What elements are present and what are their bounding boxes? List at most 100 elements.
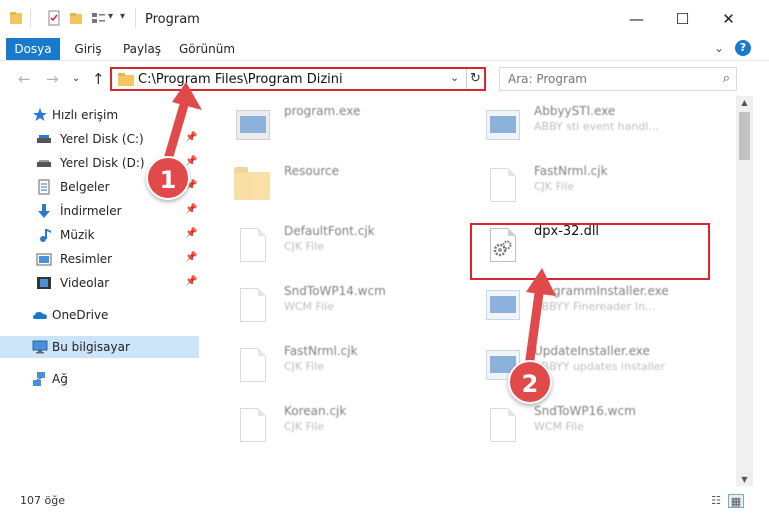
maximize-button[interactable]: ☐	[660, 0, 705, 38]
refresh-icon[interactable]: ↻	[466, 69, 484, 89]
view-options-icon[interactable]	[90, 10, 106, 26]
item-count: 107 öğe	[20, 494, 65, 507]
computer-icon	[32, 340, 48, 354]
pin-icon[interactable]: 📌	[185, 252, 197, 263]
file-name: SndToWP16.wcm	[534, 404, 636, 418]
ribbon-tabs: Dosya Giriş Paylaş Görünüm ⌄ ?	[0, 38, 769, 94]
minimize-button[interactable]: —	[614, 0, 659, 38]
nav-item-onedrive[interactable]: OneDrive	[0, 304, 199, 326]
documents-icon	[38, 179, 50, 195]
customize-qat-icon[interactable]: ▾	[120, 11, 125, 22]
pictures-icon	[36, 253, 52, 266]
nav-item-downloads[interactable]: İndirmeler 📌	[0, 200, 199, 222]
nav-label: Müzik	[60, 228, 95, 242]
help-icon[interactable]: ?	[735, 40, 751, 56]
title-bar: ▾ ▾ Program — ☐ ✕	[0, 0, 769, 38]
file-type: WCM File	[284, 300, 334, 313]
star-icon	[33, 108, 47, 121]
document-icon	[232, 404, 272, 452]
new-folder-icon[interactable]	[68, 10, 84, 26]
nav-item-this-pc[interactable]: Bu bilgisayar	[0, 336, 199, 358]
maximize-icon: ☐	[675, 10, 690, 28]
file-item[interactable]: SndToWP14.wcm WCM File	[212, 278, 472, 334]
nav-label: Bu bilgisayar	[52, 340, 130, 354]
file-list: program.exe AbbyySTI.exe ABBY sti event …	[200, 96, 752, 486]
music-icon	[40, 229, 51, 242]
search-input[interactable]: Ara: Program ⌕	[499, 67, 737, 91]
vertical-scrollbar[interactable]: ▲ ▼	[736, 96, 753, 486]
expand-ribbon-icon[interactable]: ⌄	[714, 41, 724, 55]
address-dropdown-icon[interactable]: ⌄	[450, 71, 459, 84]
nav-label: Yerel Disk (C:)	[60, 132, 144, 146]
file-type: CJK File	[534, 180, 575, 193]
folder-item[interactable]: Resource	[212, 158, 472, 214]
step-badge-2: 2	[508, 360, 552, 404]
up-icon[interactable]: ↑	[92, 70, 105, 88]
nav-label: Yerel Disk (D:)	[60, 156, 145, 170]
nav-label: İndirmeler	[60, 204, 122, 218]
file-item[interactable]: SndToWP16.wcm WCM File	[462, 398, 722, 454]
scrollbar-thumb[interactable]	[739, 112, 750, 160]
step-badge-1: 1	[146, 156, 190, 200]
properties-icon[interactable]	[46, 10, 62, 26]
file-type: CJK File	[284, 360, 325, 373]
back-icon[interactable]: ←	[18, 70, 31, 88]
tab-share[interactable]: Paylaş	[116, 38, 168, 60]
nav-item-pictures[interactable]: Resimler 📌	[0, 248, 199, 270]
nav-item-network[interactable]: Ağ	[0, 368, 199, 390]
search-placeholder: Ara: Program	[508, 72, 587, 86]
file-item[interactable]: UpdateInstaller.exe ABBYY updates instal…	[462, 338, 722, 394]
file-name: FastNrml.cjk	[534, 164, 608, 178]
large-icons-view-icon[interactable]: ▦	[728, 494, 744, 508]
document-icon	[482, 404, 522, 452]
file-item[interactable]: FastNrml.cjk CJK File	[462, 158, 722, 214]
file-name: Korean.cjk	[284, 404, 347, 418]
file-item[interactable]: program.exe	[212, 98, 472, 154]
forward-icon[interactable]: →	[46, 70, 59, 88]
nav-label: Resimler	[60, 252, 113, 266]
network-icon	[33, 372, 45, 386]
status-bar: 107 öğe ☷ ▦	[0, 486, 769, 516]
nav-label: Videolar	[60, 276, 110, 290]
title-divider	[135, 8, 136, 28]
file-item[interactable]: DefaultFont.cjk CJK File	[212, 218, 472, 274]
tab-home[interactable]: Giriş	[64, 38, 112, 60]
nav-label: Ağ	[52, 372, 68, 386]
file-item[interactable]: FastNrml.cjk CJK File	[212, 338, 472, 394]
scroll-up-icon[interactable]: ▲	[736, 98, 753, 107]
search-icon[interactable]: ⌕	[723, 71, 730, 86]
close-button[interactable]: ✕	[706, 0, 751, 38]
file-name: Resource	[284, 164, 340, 178]
nav-item-videos[interactable]: Videolar 📌	[0, 272, 199, 294]
details-view-icon[interactable]: ☷	[708, 494, 724, 508]
pin-icon[interactable]: 📌	[185, 276, 197, 287]
tab-view[interactable]: Görünüm	[174, 38, 240, 60]
nav-label: Belgeler	[60, 180, 110, 194]
nav-label: Hızlı erişim	[52, 108, 119, 122]
pin-icon[interactable]: 📌	[185, 228, 197, 239]
file-type: ABBY sti event handl...	[534, 120, 659, 133]
pin-icon[interactable]: 📌	[185, 204, 197, 215]
nav-item-music[interactable]: Müzik 📌	[0, 224, 199, 246]
cloud-icon	[33, 312, 47, 319]
file-item[interactable]: AbbyySTI.exe ABBY sti event handl...	[462, 98, 722, 154]
scroll-down-icon[interactable]: ▼	[736, 475, 753, 484]
folder-icon	[118, 73, 134, 86]
exe-file-icon	[232, 104, 272, 152]
recent-locations-icon[interactable]: ⌄	[72, 73, 80, 84]
exe-file-icon	[482, 104, 522, 152]
nav-label: OneDrive	[52, 308, 109, 322]
close-icon: ✕	[722, 10, 735, 28]
qat-dropdown-icon[interactable]: ▾	[108, 11, 113, 22]
file-item[interactable]: Korean.cjk CJK File	[212, 398, 472, 454]
file-name: program.exe	[284, 104, 361, 118]
qat-divider	[30, 8, 31, 28]
document-icon	[482, 164, 522, 212]
file-name: FastNrml.cjk	[284, 344, 358, 358]
highlight-box	[470, 223, 710, 280]
file-type: WCM File	[534, 420, 584, 433]
folder-icon[interactable]	[8, 10, 24, 26]
file-name: DefaultFont.cjk	[284, 224, 375, 238]
document-icon	[232, 284, 272, 332]
file-item[interactable]: ProgrammInstaller.exe ABBYY Finereader I…	[462, 278, 722, 334]
